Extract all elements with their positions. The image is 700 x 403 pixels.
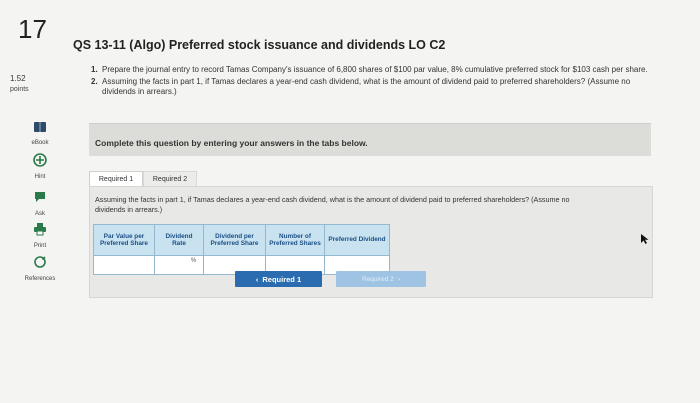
points-label: points: [10, 86, 29, 93]
hint-icon: [33, 153, 47, 167]
tab-required-1[interactable]: Required 1: [89, 171, 143, 187]
instruction-text: Prepare the journal entry to record Tama…: [102, 65, 648, 74]
references-label: References: [24, 276, 56, 282]
chevron-right-icon: ›: [397, 275, 400, 283]
chevron-left-icon: ‹: [255, 274, 259, 284]
percent-symbol: %: [191, 258, 197, 264]
col-dividend-per-share: Dividend per Preferred Share: [203, 224, 266, 256]
col-dividend-rate: Dividend Rate: [154, 224, 204, 256]
instruction-band-text: Complete this question by entering your …: [95, 138, 368, 148]
print-label: Print: [33, 243, 47, 249]
required-1-nav-button[interactable]: ‹ Required 1: [235, 271, 322, 287]
dividend-rate-input[interactable]: [155, 258, 189, 272]
question-title: QS 13-11 (Algo) Preferred stock issuance…: [73, 38, 446, 52]
print-tool[interactable]: Print: [15, 222, 65, 249]
cursor-icon: [641, 234, 649, 244]
question-number: 17: [18, 14, 47, 44]
references-icon: [34, 256, 46, 268]
next-label: Required 2: [362, 275, 394, 283]
instruction-item: 2. Assuming the facts in part 1, if Tama…: [91, 77, 656, 98]
instruction-number: 1.: [91, 65, 98, 74]
instruction-text: Assuming the facts in part 1, if Tamas d…: [102, 76, 631, 97]
ask-tool[interactable]: Ask: [15, 190, 65, 217]
hint-label: Hint: [34, 174, 46, 180]
answer-grid: Par Value per Preferred Share Dividend R…: [93, 224, 390, 275]
ask-label: Ask: [34, 211, 45, 217]
points-value: 1.52: [10, 74, 26, 83]
hint-tool[interactable]: Hint: [15, 153, 65, 180]
instruction-item: 1. Prepare the journal entry to record T…: [91, 65, 656, 76]
par-value-input[interactable]: [94, 255, 154, 274]
question-instructions: 1. Prepare the journal entry to record T…: [91, 65, 656, 99]
print-icon: [34, 223, 46, 236]
col-par-value: Par Value per Preferred Share: [93, 224, 155, 256]
ebook-label: eBook: [31, 140, 49, 146]
dividend-rate-cell: %: [154, 255, 204, 275]
tab-required-2[interactable]: Required 2: [143, 171, 197, 187]
par-value-cell: [93, 255, 155, 275]
ask-icon: [35, 192, 45, 202]
instruction-number: 2.: [91, 76, 98, 86]
book-icon: [34, 122, 46, 132]
references-tool[interactable]: References: [15, 255, 65, 282]
col-preferred-dividend: Preferred Dividend: [324, 224, 390, 256]
prev-label: Required 1: [262, 274, 302, 284]
tab-question-text: Assuming the facts in part 1, if Tamas d…: [95, 195, 570, 214]
col-number-of-shares: Number of Preferred Shares: [265, 224, 325, 256]
required-2-nav-button[interactable]: Required 2 ›: [336, 271, 426, 287]
ebook-tool[interactable]: eBook: [15, 120, 65, 146]
